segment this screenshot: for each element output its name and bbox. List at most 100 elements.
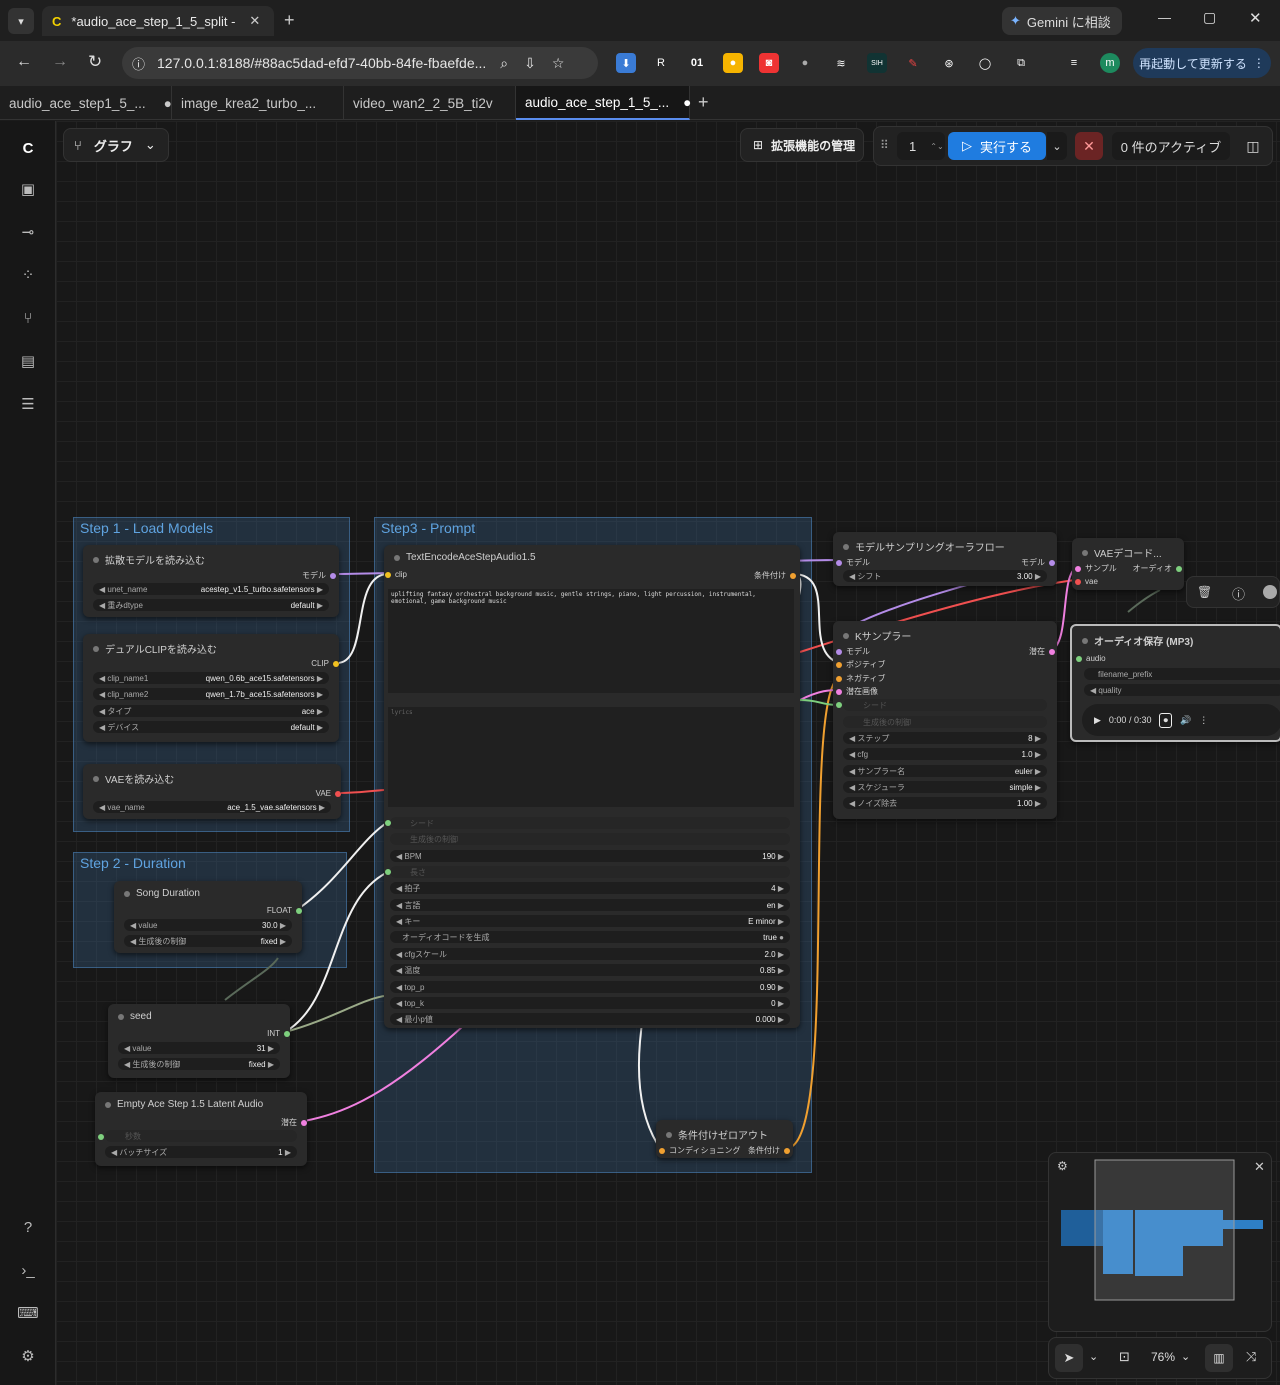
widget-key[interactable]: ◀ キー E minor ▶ xyxy=(390,915,790,927)
widget-weight-dtype[interactable]: ◀ 重みdtype default ▶ xyxy=(93,599,329,611)
tags-textarea[interactable]: uplifting fantasy orchestral background … xyxy=(388,589,794,693)
gemini-button[interactable]: ✦ Gemini に相談 xyxy=(1002,7,1122,35)
restart-update-button[interactable]: 再起動して更新する ⋮ xyxy=(1133,48,1271,78)
widget-clip-name1[interactable]: ◀ clip_name1 qwen_0.6b_ace15.safetensors … xyxy=(93,672,329,684)
widget-batch-size[interactable]: ◀ バッチサイズ 1 ▶ xyxy=(105,1146,297,1158)
images-icon[interactable]: ▣ xyxy=(17,178,39,200)
widget-seed[interactable]: シード xyxy=(390,817,790,829)
input-seed[interactable] xyxy=(836,702,842,708)
add-workflow-button[interactable]: + xyxy=(698,92,709,113)
widget-audio-codes-toggle[interactable]: オーディオコードを生成 true ● xyxy=(390,931,790,943)
sih-ext-icon[interactable]: SIH xyxy=(867,53,887,73)
widget-top-k[interactable]: ◀ top_k 0 ▶ xyxy=(390,997,790,1009)
widget-denoise[interactable]: ◀ ノイズ除去 1.00 ▶ xyxy=(843,797,1047,809)
input-vae[interactable]: vae xyxy=(1075,577,1098,586)
queue-count-input[interactable]: 1 ⌃⌄ xyxy=(897,132,945,160)
widget-filename-prefix[interactable]: filename_prefix xyxy=(1084,668,1280,680)
download-ext-icon[interactable]: ⬇ xyxy=(616,53,636,73)
run-button[interactable]: ▷ 実行する xyxy=(948,132,1046,160)
widget-temperature[interactable]: ◀ 温度 0.85 ▶ xyxy=(390,964,790,976)
node-model-sampling-auraflow[interactable]: モデルサンプリングオーラフロー モデル モデル ◀ シフト 3.00 ▶ xyxy=(833,532,1057,586)
widget-seed[interactable]: シード xyxy=(843,699,1047,711)
extensions-manager-button[interactable]: ⊞ 拡張機能の管理 xyxy=(740,128,864,162)
audio-player[interactable]: ▶ 0:00 / 0:30 ⏺ 🔊 ⋮ xyxy=(1082,704,1280,736)
input-conditioning[interactable]: コンディショニング xyxy=(659,1145,740,1156)
output-clip[interactable]: CLIP xyxy=(311,659,339,668)
node-dual-clip-loader[interactable]: デュアルCLIPを読み込む CLIP ◀ clip_name1 qwen_0.6b… xyxy=(83,634,339,742)
widget-seconds[interactable]: 秒数 xyxy=(105,1130,297,1142)
widget-clip-name2[interactable]: ◀ clip_name2 qwen_1.7b_ace15.safetensors … xyxy=(93,688,329,700)
address-bar[interactable]: ⓘ 127.0.0.1:8188/#88ac5dad-efd7-40bb-84f… xyxy=(122,47,598,79)
toggle-panel-icon[interactable]: ◫ xyxy=(1240,132,1266,160)
node-save-audio-mp3[interactable]: オーディオ保存 (MP3) audio filename_prefix ◀ qu… xyxy=(1070,624,1280,742)
output-float[interactable]: FLOAT xyxy=(267,906,302,915)
output-conditioning[interactable]: 条件付け xyxy=(748,1145,790,1156)
widget-cfg[interactable]: ◀ cfg 1.0 ▶ xyxy=(843,748,1047,760)
output-audio[interactable]: オーディオ xyxy=(1133,563,1182,574)
widget-length[interactable]: 長さ xyxy=(390,866,790,878)
tab-list-button[interactable]: ▾ xyxy=(8,8,34,34)
settings-gear-icon[interactable]: ⚙ xyxy=(17,1345,39,1367)
reload-icon[interactable]: ↻ xyxy=(88,52,102,72)
input-positive[interactable]: ポジティブ xyxy=(836,659,886,670)
pocket-ext-icon[interactable]: ◙ xyxy=(759,53,779,73)
node-ksampler[interactable]: Kサンプラー モデル ポジティブ ネガティブ 潜在画像 潜在 シード 生成後の制… xyxy=(833,621,1057,819)
input-length[interactable] xyxy=(385,869,391,875)
input-negative[interactable]: ネガティブ xyxy=(836,673,886,684)
bookmark-star-icon[interactable]: ☆ xyxy=(552,55,565,72)
browser-tab-active[interactable]: C *audio_ace_step_1_5_split - Com ✕ xyxy=(42,6,274,36)
node-conditioning-zero-out[interactable]: 条件付けゼロアウト コンディショニング 条件付け xyxy=(656,1120,793,1158)
stepper-icon[interactable]: ⌃⌄ xyxy=(930,142,943,151)
circle-ext-icon[interactable]: ● xyxy=(795,53,815,73)
input-model[interactable]: モデル xyxy=(836,557,870,568)
widget-language[interactable]: ◀ 言語 en ▶ xyxy=(390,899,790,911)
widget-scheduler[interactable]: ◀ スケジューラ simple ▶ xyxy=(843,781,1047,793)
workflow-tab-active[interactable]: audio_ace_step_1_5_... ● xyxy=(516,86,691,120)
widget-value[interactable]: ◀ value 30.0 ▶ xyxy=(124,919,292,931)
node-empty-latent-audio[interactable]: Empty Ace Step 1.5 Latent Audio 潜在 秒数 ◀ … xyxy=(95,1092,307,1166)
widget-unet-name[interactable]: ◀ unet_name acestep_v1.5_turbo.safetensor… xyxy=(93,583,329,595)
maximize-button[interactable]: ▢ xyxy=(1203,9,1216,26)
profile-avatar[interactable]: m xyxy=(1100,53,1120,73)
chevron-down-icon[interactable]: ⌄ xyxy=(1181,1350,1190,1363)
ext-01-icon[interactable]: 01 xyxy=(687,53,707,73)
graph-menu-button[interactable]: ⑂ グラフ ⌄ xyxy=(63,128,169,162)
active-queue-button[interactable]: 0 件のアクティブ xyxy=(1112,132,1230,160)
lock-ext-icon[interactable]: ⊛ xyxy=(939,53,959,73)
output-latent[interactable]: 潜在 xyxy=(281,1117,307,1128)
lyrics-textarea[interactable]: lyrics xyxy=(388,707,794,807)
input-latent[interactable]: 潜在画像 xyxy=(836,686,878,697)
delete-icon[interactable]: 🗑 xyxy=(1197,585,1212,599)
help-icon[interactable]: ? xyxy=(17,1216,39,1238)
hide-links-icon[interactable]: ⤨ xyxy=(1246,1349,1256,1365)
widget-control[interactable]: 生成後の制御 xyxy=(843,716,1047,728)
output-model[interactable]: モデル xyxy=(302,570,336,581)
play-icon[interactable]: ▶ xyxy=(1094,715,1101,726)
widget-top-p[interactable]: ◀ top_p 0.90 ▶ xyxy=(390,981,790,993)
window-close-button[interactable]: ✕ xyxy=(1249,9,1262,27)
chat-ext-icon[interactable]: ◯ xyxy=(975,53,995,73)
widget-bpm[interactable]: ◀ BPM 190 ▶ xyxy=(390,850,790,862)
keep-ext-icon[interactable]: ● xyxy=(723,53,743,73)
cancel-run-button[interactable]: ✕ xyxy=(1075,132,1103,160)
widget-device[interactable]: ◀ デバイス default ▶ xyxy=(93,721,329,733)
widget-control[interactable]: ◀ 生成後の制御 fixed ▶ xyxy=(118,1058,280,1070)
templates-icon[interactable]: ▤ xyxy=(17,350,39,372)
terminal-icon[interactable]: ›_ xyxy=(17,1259,39,1281)
queue-icon[interactable]: ☰ xyxy=(17,393,39,415)
input-samples[interactable]: サンプル xyxy=(1075,563,1117,574)
minimap-panel[interactable]: ⚙ ✕ xyxy=(1048,1152,1272,1332)
volume-icon[interactable]: 🔊 xyxy=(1180,715,1191,726)
toggle-icon[interactable]: ● xyxy=(779,933,784,942)
widget-shift[interactable]: ◀ シフト 3.00 ▶ xyxy=(843,570,1047,582)
zoom-level[interactable]: 76% xyxy=(1151,1350,1175,1364)
output-int[interactable]: INT xyxy=(267,1029,290,1038)
nodes-icon[interactable]: ⁘ xyxy=(17,264,39,286)
workflow-tab[interactable]: audio_ace_step1_5_... ● xyxy=(0,86,172,120)
widget-type[interactable]: ◀ タイプ ace ▶ xyxy=(93,705,329,717)
node-song-duration[interactable]: Song Duration FLOAT ◀ value 30.0 ▶ ◀ 生成後の… xyxy=(114,881,302,953)
node-seed[interactable]: seed INT ◀ value 31 ▶ ◀ 生成後の制御 fixed ▶ xyxy=(108,1004,290,1078)
workflow-tab[interactable]: video_wan2_2_5B_ti2v xyxy=(344,86,516,120)
forward-icon[interactable]: → xyxy=(52,53,68,71)
select-tool-button[interactable]: ➤ xyxy=(1055,1344,1083,1372)
